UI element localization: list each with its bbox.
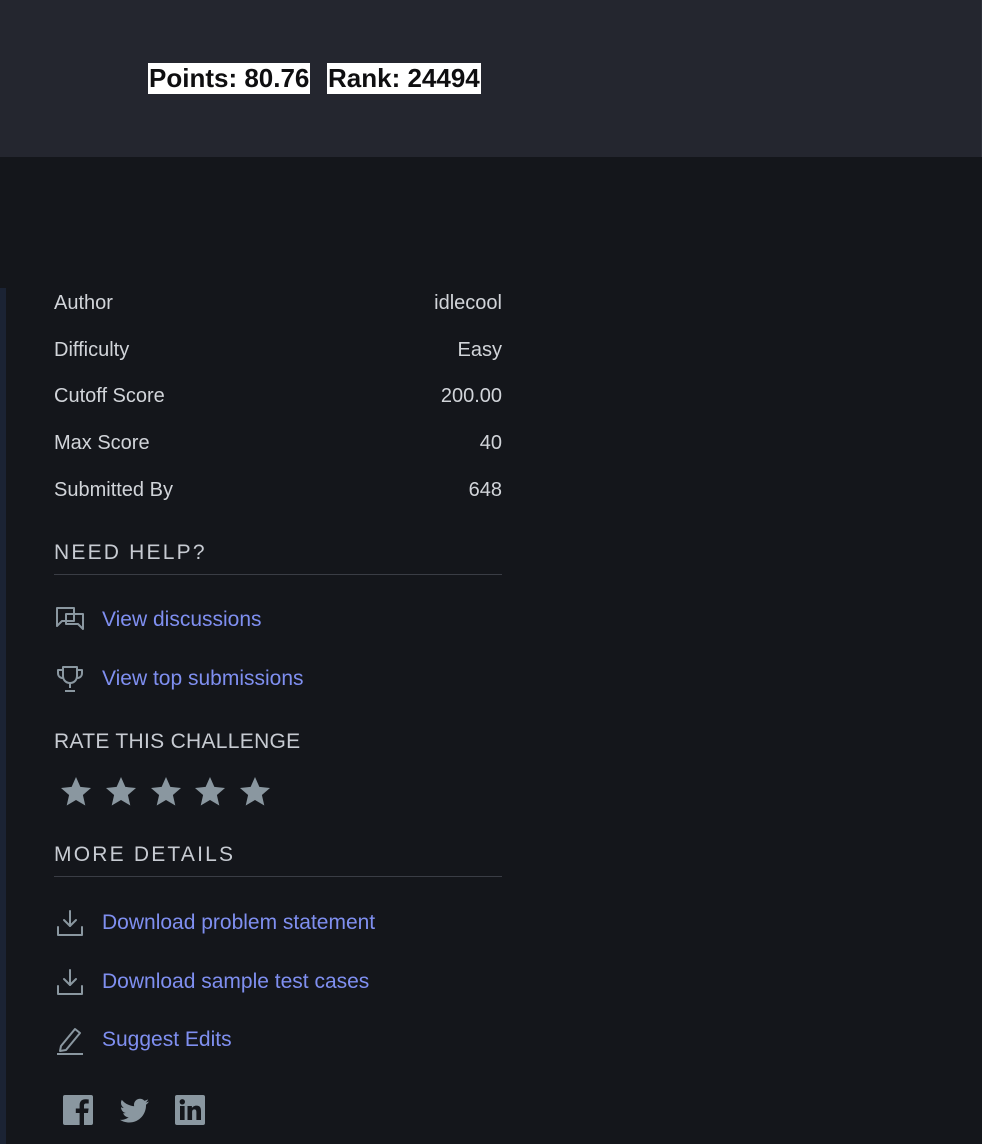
twitter-icon[interactable]	[118, 1094, 150, 1126]
points-badge: Points: 80.76	[148, 63, 311, 94]
more-details-heading: MORE DETAILS	[54, 843, 502, 877]
view-discussions-label: View discussions	[102, 608, 262, 631]
detail-key: Max Score	[54, 432, 150, 455]
linkedin-icon[interactable]	[174, 1094, 206, 1126]
detail-row-cutoff-score: Cutoff Score 200.00	[54, 377, 502, 424]
cutoff-score-value: 200.00	[440, 385, 502, 408]
download-problem-statement-link[interactable]: Download problem statement	[54, 907, 375, 939]
detail-key: Difficulty	[54, 338, 130, 361]
view-discussions-link[interactable]: View discussions	[54, 604, 262, 636]
download-icon	[54, 966, 86, 998]
author-link[interactable]: idlecool	[434, 284, 502, 322]
star-icon[interactable]	[237, 774, 273, 810]
pencil-icon	[54, 1024, 86, 1056]
view-top-submissions-label: View top submissions	[102, 667, 304, 690]
star-icon[interactable]	[192, 774, 228, 810]
detail-row-author: Author idlecool	[54, 284, 502, 331]
difficulty-value: Easy	[457, 338, 502, 361]
star-icon[interactable]	[148, 774, 184, 810]
download-problem-statement-label: Download problem statement	[102, 911, 376, 934]
rate-challenge-heading: RATE THIS CHALLENGE	[54, 730, 301, 753]
rating-stars	[58, 774, 282, 810]
challenge-details: Author idlecool Difficulty Easy Cutoff S…	[54, 284, 502, 517]
suggest-edits-link[interactable]: Suggest Edits	[54, 1024, 232, 1056]
suggest-edits-label: Suggest Edits	[102, 1028, 232, 1051]
detail-key: Author	[54, 292, 113, 314]
trophy-icon	[54, 663, 86, 695]
discussions-icon	[54, 604, 86, 636]
max-score-value: 40	[479, 432, 502, 455]
detail-row-difficulty: Difficulty Easy	[54, 331, 502, 378]
detail-key: Submitted By	[54, 478, 173, 501]
rank-badge: Rank: 24494	[327, 63, 481, 94]
profile-stats-bar: Points: 80.76 Rank: 24494	[0, 0, 982, 157]
view-top-submissions-link[interactable]: View top submissions	[54, 663, 304, 695]
download-sample-tests-link[interactable]: Download sample test cases	[54, 966, 369, 998]
detail-key: Cutoff Score	[54, 385, 165, 408]
submitted-by-link[interactable]: 648	[469, 471, 502, 509]
detail-row-submitted-by: Submitted By 648	[54, 471, 502, 518]
facebook-icon[interactable]	[62, 1094, 94, 1126]
need-help-heading: NEED HELP?	[54, 541, 502, 575]
star-icon[interactable]	[58, 774, 94, 810]
download-sample-tests-label: Download sample test cases	[102, 970, 370, 993]
download-icon	[54, 907, 86, 939]
sidebar-rail	[0, 288, 6, 1144]
detail-row-max-score: Max Score 40	[54, 424, 502, 471]
star-icon[interactable]	[103, 774, 139, 810]
